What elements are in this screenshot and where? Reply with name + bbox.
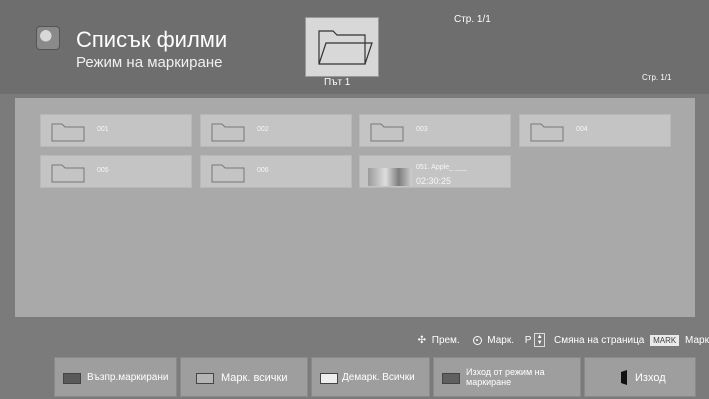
mark-play-label: Възпр.маркирани [87, 372, 169, 383]
folder-item[interactable]: 001 [40, 114, 192, 147]
exit-mark-mode-button[interactable]: Изход от режим на маркиране [433, 357, 581, 397]
mark-play-button[interactable]: Възпр.маркирани [54, 357, 177, 397]
unmark-all-button[interactable]: Демарк. Всички [311, 357, 430, 397]
folder-label: 001 [97, 126, 109, 133]
video-thumbnail [368, 168, 412, 186]
video-item[interactable]: 051. Apple_ ___ 02:30:25 [359, 155, 511, 188]
folder-icon [51, 164, 85, 183]
page-subtitle: Режим на маркиране [76, 54, 223, 71]
folder-item[interactable]: 002 [200, 114, 352, 147]
page-updown-icon: ▲ ▼ [534, 333, 546, 347]
exit-label: Изход [635, 372, 666, 384]
hint-mark: Марк. [487, 334, 514, 346]
folder-label: 003 [416, 126, 428, 133]
exit-mark-mode-label: Изход от режим на маркиране [466, 367, 545, 387]
folder-icon [370, 123, 404, 142]
key-hints: ✣ Прем. Марк. P ▲ ▼ Смяна на страница MAR… [418, 333, 709, 347]
folder-icon [211, 123, 245, 142]
mark-all-label: Марк. всички [221, 372, 288, 384]
folder-icon [530, 123, 564, 142]
page-indicator-top: Стр. 1/1 [454, 14, 491, 25]
exit-icon [621, 370, 627, 385]
blue-key-icon [442, 373, 460, 384]
folder-icon [211, 164, 245, 183]
folder-label: 004 [576, 126, 588, 133]
ok-icon [472, 335, 482, 345]
yellow-key-icon [320, 373, 338, 384]
page-title: Списък филми [76, 27, 228, 52]
movie-list-icon [36, 26, 60, 50]
folder-label: 005 [97, 167, 109, 174]
hint-move: Прем. [431, 334, 460, 346]
hint-page-p: P [524, 334, 532, 346]
exit-button[interactable]: Изход [584, 357, 696, 397]
path-folder-thumbnail[interactable] [305, 17, 379, 77]
folder-label: 006 [257, 167, 269, 174]
folder-item[interactable]: 003 [359, 114, 511, 147]
unmark-all-label: Демарк. Всички [342, 372, 415, 383]
folder-icon [51, 123, 85, 142]
folder-item[interactable]: 005 [40, 155, 192, 188]
hint-page-change: Смяна на страница [554, 334, 645, 346]
video-duration: 02:30:25 [416, 176, 452, 186]
mark-key-badge: MARK [650, 334, 680, 346]
navigate-icon: ✣ [417, 334, 426, 346]
hint-mark-key: Марк [685, 334, 709, 346]
green-key-icon [196, 373, 214, 384]
path-label: Път 1 [324, 77, 351, 88]
file-grid: 001 002 003 004 005 006 051. Apple_ ___ … [15, 98, 695, 317]
header: Списък филми Режим на маркиране Стр. 1/1… [0, 0, 709, 94]
page-indicator-right: Стр. 1/1 [642, 73, 672, 82]
red-key-icon [63, 373, 81, 384]
mark-all-button[interactable]: Марк. всички [180, 357, 308, 397]
folder-icon [318, 30, 373, 65]
video-title: 051. Apple_ ___ [416, 164, 467, 171]
folder-item[interactable]: 006 [200, 155, 352, 188]
folder-item[interactable]: 004 [519, 114, 671, 147]
folder-label: 002 [257, 126, 269, 133]
